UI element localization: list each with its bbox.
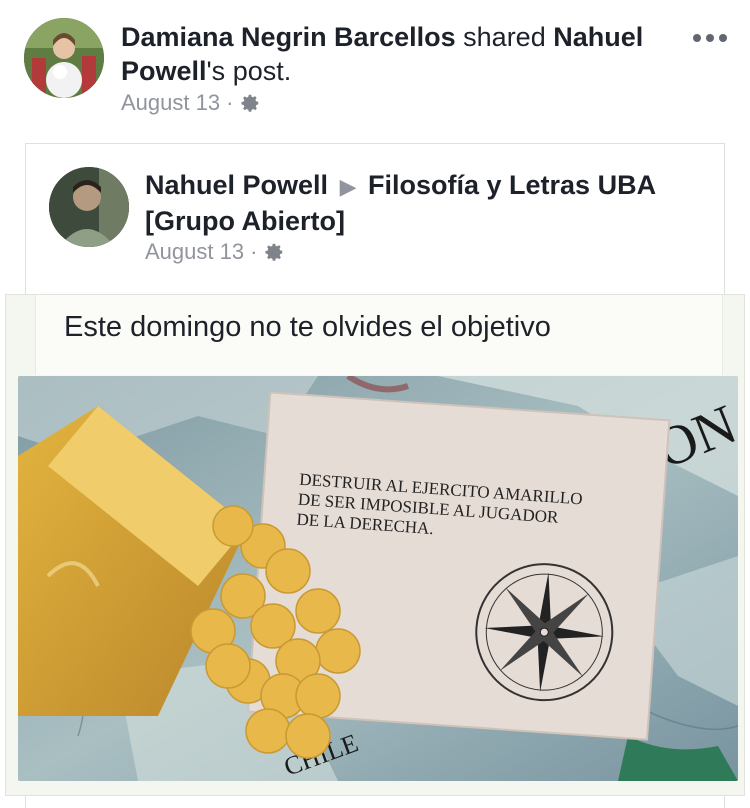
post-suffix-text: 's post. (206, 56, 292, 86)
post-photo[interactable]: ION CHILE DESTRUIR AL EJERCITO AMARILLO … (18, 376, 738, 781)
share-headline: Damiana Negrin Barcellos shared Nahuel P… (121, 20, 681, 88)
more-options-icon[interactable] (690, 26, 730, 50)
sharer-name-link[interactable]: Damiana Negrin Barcellos (121, 22, 456, 52)
right-triangle-icon: ▶ (339, 174, 357, 199)
shared-post-headline: Nahuel Powell ▶ Filosofía y Letras UBA [… (145, 168, 705, 238)
card-bottom (25, 796, 725, 808)
shared-post-meta: August 13 · (145, 239, 285, 265)
author-avatar[interactable] (49, 167, 129, 247)
share-meta: August 13 · (121, 90, 261, 116)
more-dot (706, 34, 714, 42)
post-text: Este domingo no te olvides el objetivo (64, 311, 551, 343)
meta-dot: · (226, 90, 234, 115)
share-date-link[interactable]: August 13 (121, 90, 220, 116)
gear-icon[interactable] (239, 92, 261, 114)
shared-post-date-link[interactable]: August 13 (145, 239, 244, 265)
more-dot (719, 34, 727, 42)
more-dot (693, 34, 701, 42)
meta-dot: · (250, 239, 258, 264)
share-action-text: shared (463, 22, 546, 52)
gear-icon[interactable] (263, 241, 285, 263)
author-name-link[interactable]: Nahuel Powell (145, 170, 328, 200)
sharer-avatar[interactable] (24, 18, 104, 98)
